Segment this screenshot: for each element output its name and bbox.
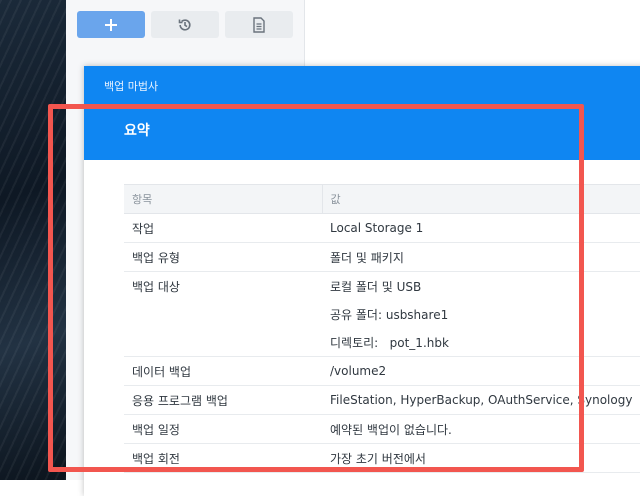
page-title: 요약: [124, 123, 150, 139]
table-header-row: 항목 값: [124, 184, 640, 214]
table-row: 백업 유형 폴더 및 패키지: [124, 242, 640, 272]
log-button[interactable]: [225, 11, 293, 38]
plus-icon: [105, 18, 117, 31]
history-icon: [178, 18, 191, 31]
row-value: 폴더 및 패키지: [322, 242, 640, 272]
row-key: 백업 일정: [124, 414, 322, 444]
row-key: [124, 300, 322, 328]
table-row: 디렉토리: pot_1.hbk: [124, 328, 640, 357]
row-key: 백업 회전: [124, 443, 322, 473]
row-value: 로컬 폴더 및 USB: [330, 279, 422, 294]
row-value: Local Storage 1: [322, 213, 640, 243]
document-icon: [253, 16, 265, 33]
table-row: 백업 일정 예약된 백업이 없습니다.: [124, 414, 640, 444]
row-key: 응용 프로그램 백업: [124, 385, 322, 415]
table-row: 백업 회전 가장 초기 버전에서: [124, 443, 640, 473]
table-row: 공유 폴더: usbshare1: [124, 300, 640, 328]
row-value: 가장 초기 버전에서: [322, 443, 640, 473]
app-content-area: [304, 0, 640, 70]
column-header-value: 값: [322, 184, 640, 214]
table-row: 작업 Local Storage 1: [124, 213, 640, 243]
table-row: 데이터 백업 /volume2: [124, 356, 640, 386]
restore-button[interactable]: [151, 11, 219, 38]
desktop-background: [0, 0, 66, 480]
dialog-header: 백업 마법사 요약: [84, 66, 640, 160]
row-key: 데이터 백업: [124, 356, 322, 386]
row-key: 백업 대상: [132, 279, 180, 294]
row-key: 작업: [124, 213, 322, 243]
row-key: [124, 328, 322, 357]
dialog-title: 백업 마법사: [104, 80, 159, 93]
column-header-key: 항목: [124, 184, 323, 214]
toolbar: [77, 11, 293, 38]
add-button[interactable]: [77, 11, 145, 38]
row-value: 공유 폴더: usbshare1: [330, 307, 449, 322]
summary-table: 항목 값 작업 Local Storage 1 백업 유형 폴더 및 패키지 백…: [124, 184, 640, 473]
row-value: 예약된 백업이 없습니다.: [322, 414, 640, 444]
table-row: 응용 프로그램 백업 FileStation, HyperBackup, OAu…: [124, 385, 640, 415]
row-value: 디렉토리: pot_1.hbk: [322, 328, 640, 357]
row-value: /volume2: [322, 356, 640, 386]
row-key: 백업 유형: [124, 242, 322, 272]
backup-wizard-dialog: 백업 마법사 요약 항목 값 작업 Local Storage 1 백업 유형 …: [84, 66, 640, 496]
row-value: FileStation, HyperBackup, OAuthService, …: [322, 385, 640, 415]
table-row: 백업 대상 로컬 폴더 및 USB: [124, 272, 640, 301]
